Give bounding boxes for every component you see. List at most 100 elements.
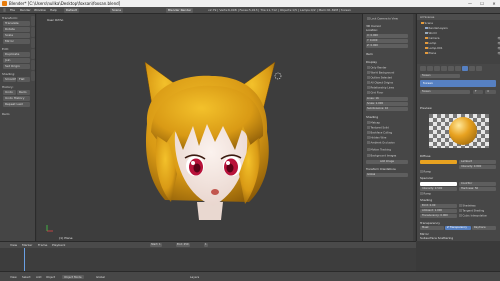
tool-shelf-tabs[interactable] bbox=[31, 16, 35, 176]
minimize-button[interactable]: — bbox=[464, 0, 476, 7]
timeline-menu-frame[interactable]: Frame bbox=[38, 243, 47, 247]
viewport-menu-object[interactable]: Object bbox=[46, 275, 55, 279]
redo-button[interactable]: Redo bbox=[17, 90, 30, 95]
grid-scale-field[interactable]: Scale: 1.000 bbox=[366, 102, 408, 106]
orientation-dropdown[interactable]: Global bbox=[96, 275, 105, 279]
duplicate-button[interactable]: Duplicate bbox=[3, 52, 30, 57]
outliner-row-plane[interactable]: Plane 👁 bbox=[425, 51, 500, 55]
menu-file[interactable]: File bbox=[10, 8, 15, 13]
undo-history-button[interactable]: Undo History bbox=[3, 96, 30, 101]
all-object-origins-checkbox[interactable]: All Object Origins bbox=[367, 81, 394, 84]
tab-physics[interactable] bbox=[31, 60, 35, 70]
tool-section-edit[interactable]: Edit: bbox=[2, 47, 9, 51]
material-remove[interactable]: ✕ bbox=[485, 90, 496, 94]
preview-panel[interactable]: Preview bbox=[420, 106, 432, 110]
cubic-interpolation-checkbox[interactable]: Cubic Interpolation bbox=[459, 214, 488, 217]
timeline-menu-playback[interactable]: Playback bbox=[52, 243, 65, 247]
matcap-checkbox[interactable]: Matcap bbox=[367, 121, 381, 124]
material-slot-active[interactable]: foxsan bbox=[420, 80, 496, 87]
orientation-selector[interactable]: Global bbox=[366, 173, 408, 177]
shadeless-checkbox[interactable]: Shadeless bbox=[459, 204, 476, 207]
hidden-wire-checkbox[interactable]: Hidden Wire bbox=[367, 136, 387, 139]
tab-tools[interactable] bbox=[31, 16, 35, 26]
outliner-row-lamp[interactable]: Lamp 👁 bbox=[425, 41, 500, 45]
outliner-row-camera[interactable]: Camera 👁 bbox=[425, 36, 500, 40]
frame-end-field[interactable]: End: 250 bbox=[176, 243, 190, 247]
specular-intensity-field[interactable]: Intensity: 0.500 bbox=[420, 187, 457, 191]
sidebar-scrollbar[interactable] bbox=[413, 14, 415, 241]
grid-floor-checkbox[interactable]: Grid Floor bbox=[367, 91, 384, 94]
motion-tracking-checkbox[interactable]: Motion Tracking bbox=[367, 148, 391, 151]
diffuse-panel[interactable]: Diffuse bbox=[420, 154, 431, 158]
specular-shader-selector[interactable]: CookTorr bbox=[459, 182, 496, 186]
shade-smooth-button[interactable]: Smooth bbox=[3, 77, 16, 82]
grid-subdivisions-field[interactable]: Subdivisions: 10 bbox=[366, 107, 408, 111]
menu-render[interactable]: Render bbox=[20, 8, 31, 13]
scale-button[interactable]: Scale bbox=[3, 33, 30, 38]
material-datablock[interactable]: foxsan bbox=[420, 90, 470, 94]
layers-grid[interactable]: Layers bbox=[190, 275, 199, 279]
tab-relations[interactable] bbox=[31, 38, 35, 48]
shading-panel[interactable]: Shading bbox=[366, 115, 378, 119]
outliner-view-selector[interactable]: All Scenes bbox=[420, 15, 498, 19]
viewport-menu-view[interactable]: View bbox=[10, 275, 17, 279]
specular-panel[interactable]: Specular bbox=[420, 176, 433, 180]
operator-panel-title[interactable]: Redo bbox=[2, 112, 10, 116]
display-panel[interactable]: Display bbox=[366, 60, 377, 64]
world-background-checkbox[interactable]: World Background bbox=[367, 71, 395, 74]
3d-viewport[interactable]: User Ortho (1) Plane bbox=[37, 14, 362, 241]
render-engine-selector[interactable]: Blender Render bbox=[166, 8, 194, 13]
current-frame-field[interactable]: 1 bbox=[204, 243, 208, 247]
lock-camera-checkbox[interactable]: Lock Camera to View bbox=[367, 17, 398, 20]
transform-orientations-panel[interactable]: Transform Orientations bbox=[366, 168, 396, 171]
tool-section-shading[interactable]: Shading: bbox=[2, 72, 15, 76]
textured-solid-checkbox[interactable]: Textured Solid bbox=[367, 126, 389, 129]
tab-create[interactable] bbox=[31, 27, 35, 37]
transparency-raytrace-button[interactable]: Raytrace bbox=[472, 226, 496, 230]
transparency-z-button[interactable]: Z Transparency bbox=[445, 226, 471, 230]
diffuse-ramp-checkbox[interactable]: Ramp bbox=[420, 170, 432, 173]
tangent-shading-checkbox[interactable]: Tangent Shading bbox=[459, 209, 485, 212]
only-render-checkbox[interactable]: Only Render bbox=[367, 66, 387, 69]
specular-hardness-field[interactable]: Hardness: 50 bbox=[459, 187, 496, 191]
viewport-menu-add[interactable]: Add bbox=[36, 275, 41, 279]
tool-section-history[interactable]: History: bbox=[2, 85, 13, 89]
diffuse-color-swatch[interactable] bbox=[420, 160, 457, 164]
translucency-field[interactable]: Translucency: 0.000 bbox=[420, 214, 457, 218]
shade-flat-button[interactable]: Flat bbox=[17, 77, 30, 82]
frame-start-field[interactable]: Start: 1 bbox=[150, 243, 162, 247]
menu-help[interactable]: Help bbox=[50, 8, 57, 13]
subsurface-panel[interactable]: Subsurface Scattering bbox=[420, 236, 453, 240]
properties-context-tabs[interactable] bbox=[420, 66, 498, 72]
add-image-button[interactable]: Add Image bbox=[366, 160, 408, 164]
item-panel[interactable]: Item bbox=[366, 52, 373, 56]
backface-culling-checkbox[interactable]: Backface Culling bbox=[367, 131, 393, 134]
grid-lines-field[interactable]: Lines: 16 bbox=[366, 97, 408, 101]
mirror-button[interactable]: Mirror bbox=[3, 39, 30, 44]
undo-button[interactable]: Undo bbox=[3, 90, 16, 95]
diffuse-shader-selector[interactable]: Lambert bbox=[459, 160, 496, 164]
timeline-menu-view[interactable]: View bbox=[10, 243, 17, 247]
relationship-lines-checkbox[interactable]: Relationship Lines bbox=[367, 86, 395, 89]
cursor-x-field[interactable]: X: 0.000 bbox=[366, 34, 408, 38]
info-editor-icon[interactable]: ⓘ bbox=[3, 8, 6, 13]
mode-selector[interactable]: Object Mode bbox=[62, 275, 84, 279]
repeat-last-button[interactable]: Repeat Last bbox=[3, 102, 30, 107]
layout-selector[interactable]: Default bbox=[64, 8, 79, 13]
tab-grease-pencil[interactable] bbox=[31, 71, 35, 81]
shading-panel-props[interactable]: Shading bbox=[420, 198, 432, 202]
emit-field[interactable]: Emit: 0.00 bbox=[420, 204, 457, 208]
diffuse-intensity-field[interactable]: Intensity: 0.800 bbox=[459, 165, 496, 169]
outliner-row-world[interactable]: World bbox=[425, 31, 500, 35]
translate-button[interactable]: Translate bbox=[3, 21, 30, 26]
outliner-row-scene[interactable]: Scene bbox=[421, 21, 499, 25]
outliner-row-lamp-001[interactable]: Lamp.001 👁 bbox=[425, 46, 500, 50]
specular-ramp-checkbox[interactable]: Ramp bbox=[420, 192, 432, 195]
maximize-button[interactable]: ☐ bbox=[476, 0, 488, 7]
viewport-menu-select[interactable]: Select bbox=[22, 275, 31, 279]
background-images-checkbox[interactable]: Background Images bbox=[367, 154, 397, 157]
specular-color-swatch[interactable] bbox=[420, 182, 457, 186]
model-render[interactable] bbox=[37, 14, 362, 241]
3d-cursor-panel[interactable]: 3D Cursor bbox=[366, 24, 381, 28]
set-origin-button[interactable]: Set Origin bbox=[3, 64, 30, 69]
